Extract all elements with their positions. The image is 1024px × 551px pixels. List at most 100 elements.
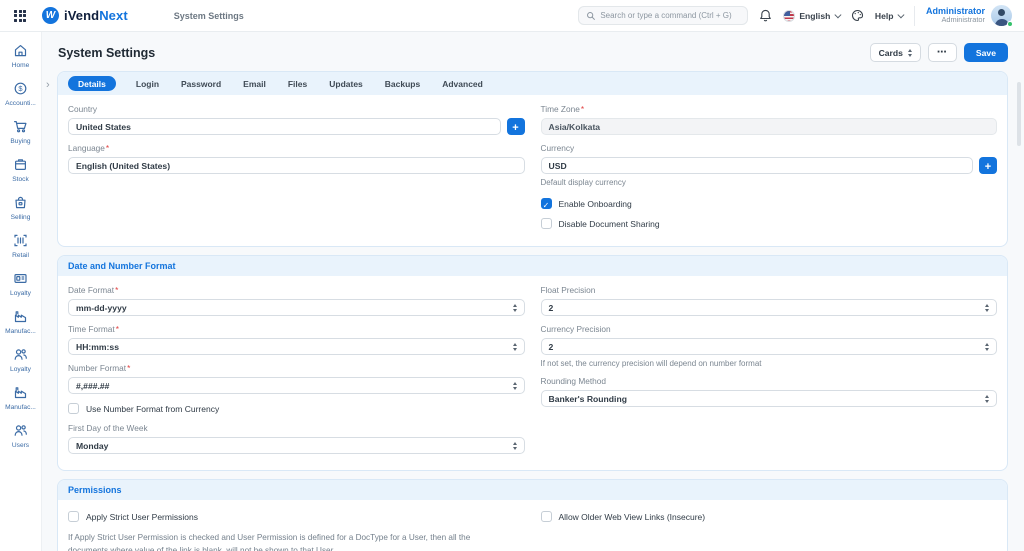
checkbox-use-number-format-from-currency[interactable]: Use Number Format from Currency bbox=[68, 403, 525, 414]
sidebar-item-label: Manufac... bbox=[5, 328, 36, 335]
checkbox-enable-onboarding[interactable]: Enable Onboarding bbox=[541, 198, 998, 209]
tab-details[interactable]: Details bbox=[68, 76, 116, 91]
select-caret-icon bbox=[513, 442, 517, 450]
breadcrumb[interactable]: System Settings bbox=[174, 11, 244, 21]
country-value: United States bbox=[76, 122, 131, 132]
currency-input[interactable]: USD bbox=[541, 157, 974, 174]
currency-precision-value: 2 bbox=[549, 342, 554, 352]
currency-precision-help-text: If not set, the currency precision will … bbox=[541, 359, 998, 368]
search-input[interactable] bbox=[600, 11, 740, 20]
cards-view-button[interactable]: Cards bbox=[870, 43, 921, 62]
global-search[interactable] bbox=[578, 6, 748, 25]
tab-login[interactable]: Login bbox=[134, 77, 161, 91]
time-format-select[interactable]: HH:mm:ss bbox=[68, 338, 525, 355]
sidebar-item-accounting[interactable]: $ Accounti... bbox=[0, 81, 42, 107]
stock-icon bbox=[13, 157, 28, 172]
language-label: English bbox=[799, 11, 830, 21]
currency-help-text: Default display currency bbox=[541, 178, 998, 187]
svg-text:$: $ bbox=[18, 84, 23, 93]
country-label: Country bbox=[68, 104, 97, 114]
time-zone-value: Asia/Kolkata bbox=[549, 122, 601, 132]
tab-advanced[interactable]: Advanced bbox=[440, 77, 485, 91]
sidebar-item-label: Accounti... bbox=[5, 100, 36, 107]
user-menu[interactable]: Administrator Administrator bbox=[926, 5, 1012, 26]
notifications-bell-icon[interactable] bbox=[759, 9, 772, 22]
sidebar-item-loyalty-2[interactable]: Loyalty bbox=[0, 347, 42, 373]
select-caret-icon bbox=[908, 49, 912, 57]
sidebar-item-label: Selling bbox=[11, 214, 31, 221]
help-menu[interactable]: Help bbox=[875, 11, 903, 21]
form-content: Details Login Password Email Files Updat… bbox=[42, 71, 1024, 551]
section-title-date-number-format: Date and Number Format bbox=[58, 256, 1007, 276]
permissions-right-column: Allow Older Web View Links (Insecure) bbox=[541, 509, 998, 551]
loyalty-card-icon bbox=[13, 271, 28, 286]
tab-backups[interactable]: Backups bbox=[383, 77, 422, 91]
currency-precision-select[interactable]: 2 bbox=[541, 338, 998, 355]
date-format-select[interactable]: mm-dd-yyyy bbox=[68, 299, 525, 316]
sidebar-item-retail[interactable]: Retail bbox=[0, 233, 42, 259]
sidebar-item-manufacturing[interactable]: Manufac... bbox=[0, 309, 42, 335]
main-area: System Settings Cards Save Details bbox=[42, 32, 1024, 551]
brand-name-primary: iVend bbox=[64, 8, 99, 23]
country-input[interactable]: United States bbox=[68, 118, 501, 135]
disable-document-sharing-label: Disable Document Sharing bbox=[559, 219, 660, 229]
language-input[interactable]: English (United States) bbox=[68, 157, 525, 174]
add-country-button[interactable] bbox=[507, 118, 525, 135]
sidebar-item-home[interactable]: Home bbox=[0, 43, 42, 69]
checkbox-apply-strict-user-permissions[interactable]: Apply Strict User Permissions bbox=[68, 511, 525, 522]
sidebar-item-selling[interactable]: Selling bbox=[0, 195, 42, 221]
sidebar-item-label: Users bbox=[12, 442, 29, 449]
cards-button-label: Cards bbox=[879, 48, 903, 58]
apply-strict-description: If Apply Strict User Permission is check… bbox=[68, 531, 525, 551]
user-role: Administrator bbox=[926, 16, 985, 25]
page-header: System Settings Cards Save bbox=[42, 32, 1024, 71]
sidebar-item-loyalty[interactable]: Loyalty bbox=[0, 271, 42, 297]
avatar[interactable] bbox=[991, 5, 1012, 26]
sidebar-item-manufacturing-2[interactable]: Manufac... bbox=[0, 385, 42, 411]
scrollbar-thumb[interactable] bbox=[1017, 82, 1021, 146]
brand-name: iVendNext bbox=[64, 8, 128, 23]
check-icon bbox=[543, 195, 550, 213]
selling-icon bbox=[13, 195, 28, 210]
checkbox-disable-document-sharing[interactable]: Disable Document Sharing bbox=[541, 218, 998, 229]
people-icon bbox=[13, 423, 28, 438]
accounting-icon: $ bbox=[13, 81, 28, 96]
checkbox-unchecked-icon bbox=[68, 511, 79, 522]
apps-grid-icon[interactable] bbox=[14, 10, 26, 22]
checkbox-allow-older-web-view-links[interactable]: Allow Older Web View Links (Insecure) bbox=[541, 511, 998, 522]
sidebar-item-users[interactable]: Users bbox=[0, 423, 42, 449]
ellipsis-icon bbox=[937, 47, 948, 58]
us-flag-icon bbox=[783, 10, 795, 22]
field-currency: Currency USD Default display currency bbox=[541, 143, 998, 187]
language-selector[interactable]: English bbox=[783, 10, 840, 22]
sidebar-item-label: Buying bbox=[10, 138, 30, 145]
tab-files[interactable]: Files bbox=[286, 77, 309, 91]
allow-older-web-view-links-label: Allow Older Web View Links (Insecure) bbox=[559, 512, 706, 522]
time-zone-label: Time Zone bbox=[541, 104, 580, 114]
save-button[interactable]: Save bbox=[964, 43, 1008, 62]
select-caret-icon bbox=[513, 304, 517, 312]
currency-value: USD bbox=[549, 161, 567, 171]
sidebar-item-buying[interactable]: Buying bbox=[0, 119, 42, 145]
rounding-method-value: Banker's Rounding bbox=[549, 394, 627, 404]
home-icon bbox=[13, 43, 28, 58]
number-format-select[interactable]: #,###.## bbox=[68, 377, 525, 394]
sidebar-item-label: Loyalty bbox=[10, 290, 31, 297]
first-day-of-week-select[interactable]: Monday bbox=[68, 437, 525, 454]
add-currency-button[interactable] bbox=[979, 157, 997, 174]
app-logo[interactable]: W iVendNext bbox=[42, 7, 128, 24]
collapse-sidebar-toggle[interactable] bbox=[46, 75, 50, 93]
field-date-format: Date Format* mm-dd-yyyy bbox=[68, 285, 525, 316]
float-precision-select[interactable]: 2 bbox=[541, 299, 998, 316]
sidebar-item-stock[interactable]: Stock bbox=[0, 157, 42, 183]
more-options-button[interactable] bbox=[928, 43, 957, 62]
tab-email[interactable]: Email bbox=[241, 77, 268, 91]
field-float-precision: Float Precision 2 bbox=[541, 285, 998, 316]
select-caret-icon bbox=[513, 382, 517, 390]
enable-onboarding-label: Enable Onboarding bbox=[559, 199, 632, 209]
theme-palette-icon[interactable] bbox=[851, 9, 864, 22]
tab-updates[interactable]: Updates bbox=[327, 77, 365, 91]
field-currency-precision: Currency Precision 2 If not set, the cur… bbox=[541, 324, 998, 368]
tab-password[interactable]: Password bbox=[179, 77, 223, 91]
rounding-method-select[interactable]: Banker's Rounding bbox=[541, 390, 998, 407]
